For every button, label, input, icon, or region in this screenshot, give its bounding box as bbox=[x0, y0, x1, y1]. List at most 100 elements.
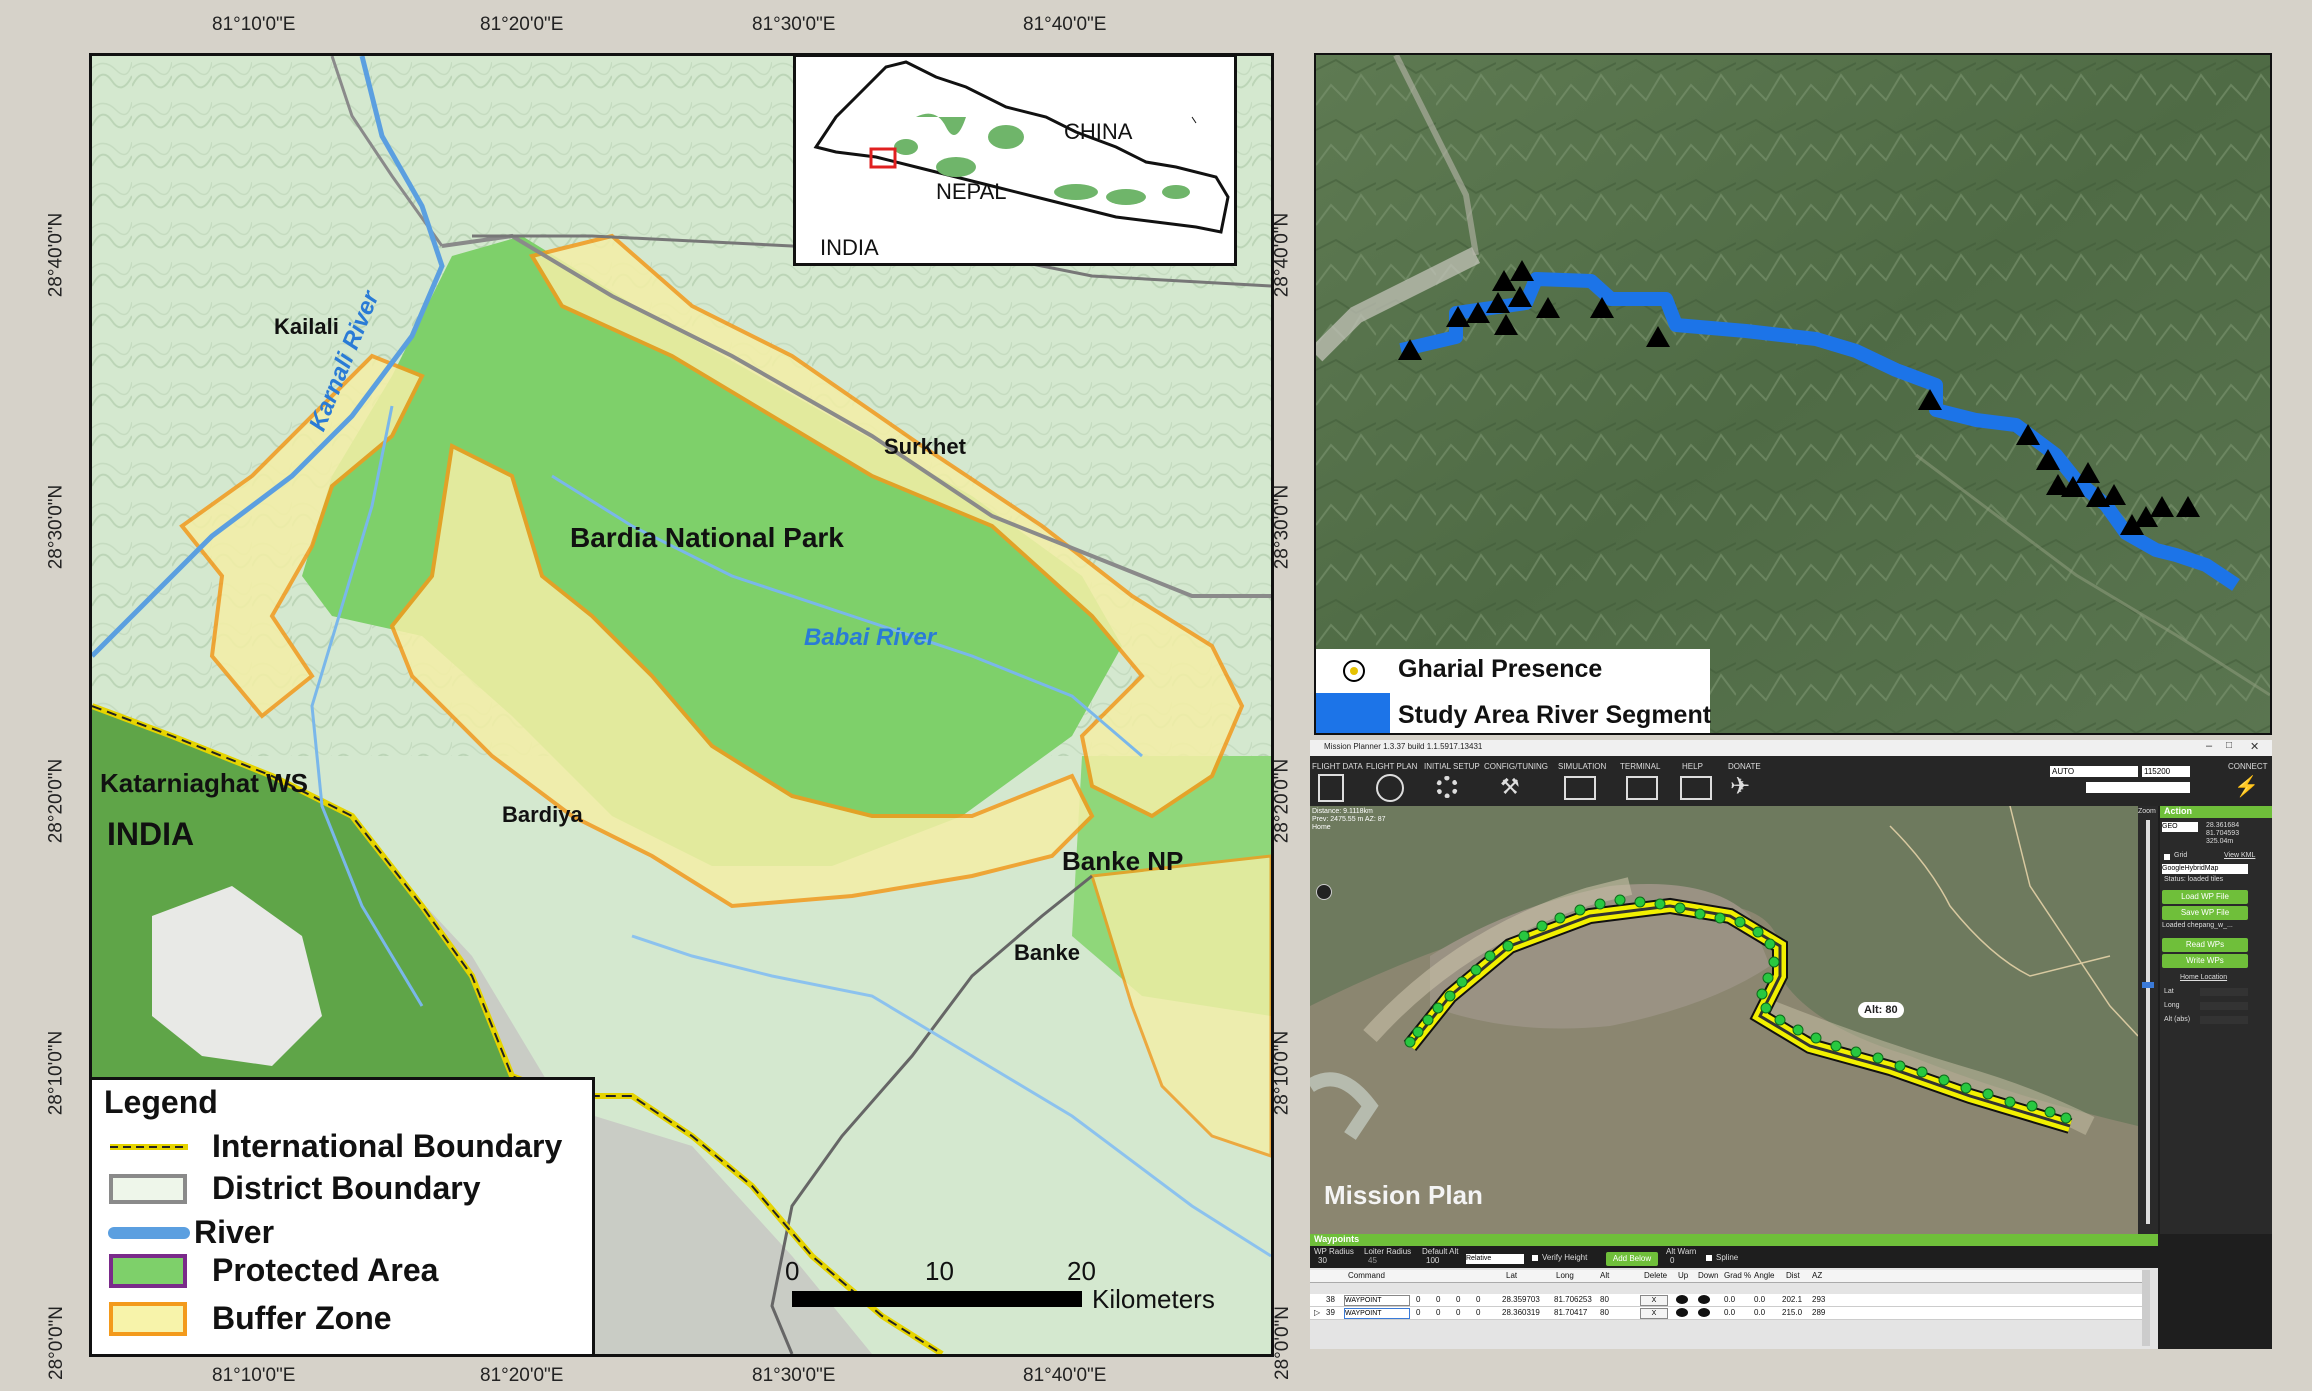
baud-select[interactable]: 115200 bbox=[2142, 766, 2190, 777]
relative-select[interactable]: Relative bbox=[1466, 1254, 1524, 1264]
mission-planner-window[interactable]: Mission Planner 1.3.37 build 1.1.5917.13… bbox=[1310, 740, 2272, 1349]
param-4[interactable]: 0 bbox=[1476, 1308, 1480, 1317]
move-up-icon[interactable] bbox=[1676, 1295, 1688, 1304]
param-1[interactable]: 0 bbox=[1416, 1308, 1420, 1317]
zoom-slider-track[interactable] bbox=[2146, 820, 2150, 1224]
inset-map[interactable]: CHINA NEPAL INDIA bbox=[793, 54, 1237, 266]
geo-select[interactable]: GEO bbox=[2162, 822, 2198, 832]
add-below-button[interactable]: Add Below bbox=[1606, 1252, 1658, 1266]
verify-height-checkbox[interactable] bbox=[1532, 1255, 1538, 1261]
row-dist: 215.0 bbox=[1782, 1308, 1803, 1317]
maximize-icon[interactable]: □ bbox=[2226, 740, 2232, 751]
grid-label: Grid bbox=[2174, 852, 2188, 859]
read-wps-button[interactable]: Read WPs bbox=[2162, 938, 2248, 952]
initial-setup-gear-icon[interactable] bbox=[1436, 776, 1458, 798]
delete-button[interactable]: X bbox=[1640, 1308, 1668, 1319]
legend-item-district-boundary: District Boundary bbox=[108, 1170, 480, 1207]
view-kml-link[interactable]: View KML bbox=[2224, 852, 2255, 859]
scale-tick-20: 20 bbox=[1067, 1256, 1096, 1286]
col-long: Long bbox=[1556, 1271, 1574, 1280]
zoom-slider-handle[interactable] bbox=[2142, 982, 2154, 988]
row-alt[interactable]: 80 bbox=[1600, 1308, 1609, 1317]
loaded-label: Loaded chepang_w_... bbox=[2162, 922, 2233, 929]
config-wrench-icon[interactable]: ⚒ bbox=[1500, 774, 1520, 800]
connect-plug-icon[interactable]: ⚡ bbox=[2234, 774, 2259, 799]
menu-flight-plan[interactable]: FLIGHT PLAN bbox=[1366, 762, 1417, 771]
menu-terminal[interactable]: TERMINAL bbox=[1620, 762, 1660, 771]
lat-label-right-2: 28°30'0"N bbox=[1271, 484, 1293, 570]
lat-label-left-3: 28°20'0"N bbox=[45, 758, 67, 844]
move-down-icon[interactable] bbox=[1698, 1308, 1710, 1317]
menu-config-tuning[interactable]: CONFIG/TUNING bbox=[1484, 762, 1548, 771]
row-lat[interactable]: 28.359703 bbox=[1502, 1295, 1540, 1304]
loiter-radius-value[interactable]: 45 bbox=[1368, 1256, 1377, 1265]
mode-select[interactable]: AUTO bbox=[2050, 766, 2138, 777]
move-down-icon[interactable] bbox=[1698, 1295, 1710, 1304]
compass-icon[interactable] bbox=[1316, 884, 1332, 900]
delete-button[interactable]: X bbox=[1640, 1295, 1668, 1306]
home-long-label: Long bbox=[2164, 1002, 2180, 1009]
col-down: Down bbox=[1698, 1271, 1719, 1280]
alt-warn-value[interactable]: 0 bbox=[1670, 1256, 1674, 1265]
menu-donate[interactable]: DONATE bbox=[1728, 762, 1761, 771]
flight-plan-globe-icon[interactable] bbox=[1376, 774, 1404, 802]
param-4[interactable]: 0 bbox=[1476, 1295, 1480, 1304]
menu-help[interactable]: HELP bbox=[1682, 762, 1703, 771]
menu-flight-data[interactable]: FLIGHT DATA bbox=[1312, 762, 1363, 771]
minimize-icon[interactable]: – bbox=[2206, 740, 2212, 752]
col-delete: Delete bbox=[1644, 1271, 1668, 1280]
grid-checkbox[interactable] bbox=[2164, 854, 2170, 860]
wp-radius-label: WP Radius bbox=[1314, 1247, 1354, 1256]
command-select[interactable]: WAYPOINT bbox=[1344, 1295, 1410, 1306]
help-monitor-icon[interactable] bbox=[1680, 776, 1712, 800]
distance-line-2: Prev: 2475.55 m AZ: 87 bbox=[1312, 816, 1386, 823]
menu-simulation[interactable]: SIMULATION bbox=[1558, 762, 1606, 771]
row-lat[interactable]: 28.360319 bbox=[1502, 1308, 1540, 1317]
col-lat: Lat bbox=[1506, 1271, 1518, 1280]
row-long[interactable]: 81.706253 bbox=[1554, 1295, 1592, 1304]
label-bardiya: Bardiya bbox=[502, 802, 583, 827]
lon-label-top-4: 81°40'0"E bbox=[1023, 14, 1107, 35]
legend-item-protected-area: Protected Area bbox=[108, 1252, 438, 1289]
default-alt-value[interactable]: 100 bbox=[1426, 1256, 1439, 1265]
menu-initial-setup[interactable]: INITIAL SETUP bbox=[1424, 762, 1480, 771]
wp-radius-value[interactable]: 30 bbox=[1318, 1256, 1327, 1265]
move-up-icon[interactable] bbox=[1676, 1308, 1688, 1317]
spline-checkbox[interactable] bbox=[1706, 1255, 1712, 1261]
default-alt-label: Default Alt bbox=[1422, 1247, 1459, 1256]
save-wp-file-button[interactable]: Save WP File bbox=[2162, 906, 2248, 920]
wp-table-scrollbar[interactable] bbox=[2142, 1270, 2150, 1346]
write-wps-button[interactable]: Write WPs bbox=[2162, 954, 2248, 968]
label-bardia-np: Bardia National Park bbox=[570, 522, 844, 553]
home-alt-input[interactable] bbox=[2200, 1016, 2248, 1024]
home-lat-input[interactable] bbox=[2200, 988, 2248, 996]
close-icon[interactable]: ✕ bbox=[2250, 740, 2259, 753]
load-wp-file-button[interactable]: Load WP File bbox=[2162, 890, 2248, 904]
loiter-radius-label: Loiter Radius bbox=[1364, 1247, 1412, 1256]
satellite-panel[interactable]: Gharial Presence Study Area River Segmen… bbox=[1314, 53, 2272, 735]
command-select[interactable]: WAYPOINT bbox=[1344, 1308, 1410, 1319]
verify-height-label: Verify Height bbox=[1542, 1253, 1588, 1262]
flight-data-icon[interactable] bbox=[1318, 774, 1344, 802]
donate-plane-icon[interactable]: ✈ bbox=[1730, 772, 1750, 801]
param-2[interactable]: 0 bbox=[1436, 1308, 1440, 1317]
param-2[interactable]: 0 bbox=[1436, 1295, 1440, 1304]
action-header: Action bbox=[2160, 806, 2272, 818]
param-1[interactable]: 0 bbox=[1416, 1295, 1420, 1304]
param-3[interactable]: 0 bbox=[1456, 1295, 1460, 1304]
row-alt[interactable]: 80 bbox=[1600, 1295, 1609, 1304]
map-type-select[interactable]: GoogleHybridMap bbox=[2162, 864, 2248, 874]
home-long-input[interactable] bbox=[2200, 1002, 2248, 1010]
simulation-monitor-icon[interactable] bbox=[1564, 776, 1596, 800]
row-grad: 0.0 bbox=[1724, 1308, 1736, 1317]
mp-map[interactable]: Distance: 9.1118km Prev: 2475.55 m AZ: 8… bbox=[1310, 806, 2138, 1234]
home-alt-label: Alt (abs) bbox=[2164, 1016, 2191, 1023]
lat-label-left-4: 28°10'0"N bbox=[45, 1030, 67, 1116]
lon-label-bottom-3: 81°30'0"E bbox=[752, 1365, 836, 1386]
port-select[interactable] bbox=[2086, 782, 2190, 793]
param-3[interactable]: 0 bbox=[1456, 1308, 1460, 1317]
terminal-monitor-icon[interactable] bbox=[1626, 776, 1658, 800]
connect-label: CONNECT bbox=[2228, 762, 2268, 771]
inset-label-china: CHINA bbox=[1064, 119, 1133, 144]
row-long[interactable]: 81.70417 bbox=[1554, 1308, 1587, 1317]
